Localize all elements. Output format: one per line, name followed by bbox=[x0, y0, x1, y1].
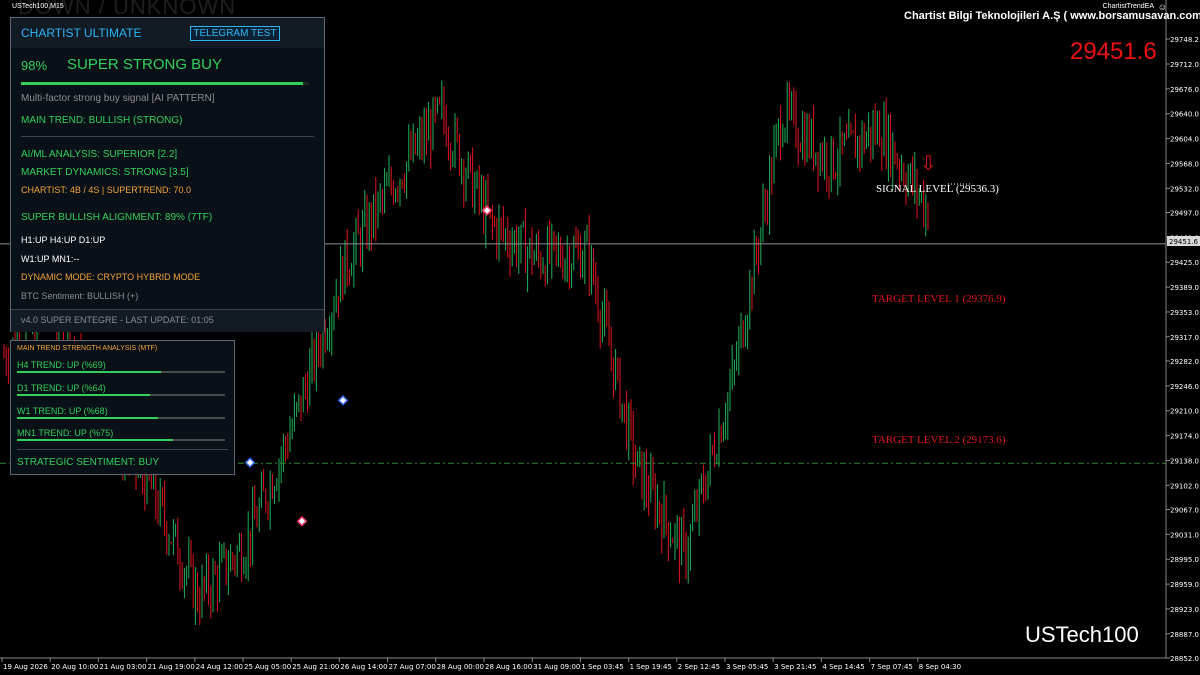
mtf-row-fill bbox=[17, 371, 161, 373]
mtf-row-bar bbox=[17, 371, 225, 373]
mtf-row-label: D1 TREND: UP (%64) bbox=[17, 383, 106, 393]
price-axis-label: 28887.0 bbox=[1170, 631, 1199, 639]
telegram-test-button[interactable]: TELEGRAM TEST bbox=[190, 26, 280, 41]
price-axis-label: 28995.0 bbox=[1170, 556, 1199, 564]
down-arrow-icon: ⇩ bbox=[920, 153, 937, 175]
price-axis-label: 29282.0 bbox=[1170, 358, 1199, 366]
price-axis-label: 29102.0 bbox=[1170, 482, 1199, 490]
panel-footer: v4.0 SUPER ENTEGRE - LAST UPDATE: 01:05 bbox=[11, 309, 324, 332]
panel-divider bbox=[21, 136, 314, 137]
time-axis: 19 Aug 2026 20 Aug 10:00 21 Aug 03:00 21 Au… bbox=[1, 658, 961, 671]
price-axis-label: 29353.0 bbox=[1170, 309, 1199, 317]
mtf-row-bar bbox=[17, 439, 225, 441]
symbol-big-label: USTech100 bbox=[1025, 622, 1139, 647]
version-label: v4.0 SUPER ENTEGRE - LAST UPDATE: 01:05 bbox=[21, 315, 214, 325]
time-axis-label: 3 Sep 05:45 bbox=[726, 663, 768, 671]
chartist-ultimate-panel: CHARTIST ULTIMATE TELEGRAM TEST 98% SUPE… bbox=[10, 17, 325, 332]
signal-description: Multi-factor strong buy signal [AI PATTE… bbox=[21, 93, 215, 104]
time-axis-label: 28 Aug 16:00 bbox=[485, 663, 532, 671]
time-axis-label: 1 Sep 19:45 bbox=[630, 663, 672, 671]
btc-sentiment-label: BTC Sentiment: BULLISH (+) bbox=[21, 291, 139, 301]
time-axis-label: 24 Aug 12:00 bbox=[196, 663, 243, 671]
signal-marker bbox=[296, 515, 308, 527]
signal-marker bbox=[244, 457, 256, 468]
price-axis: 29748.2 29712.0 29676.0 29640.0 29604.0 29568… bbox=[1166, 36, 1199, 663]
mtf-row-label: W1 TREND: UP (%68) bbox=[17, 406, 108, 416]
mtf-trend-panel: MAIN TREND STRENGTH ANALYSIS (MTF) H4 TR… bbox=[10, 340, 235, 475]
time-axis-label: 2 Sep 12:45 bbox=[678, 663, 720, 671]
mtf-divider bbox=[17, 449, 228, 450]
price-axis-label: 29712.0 bbox=[1170, 61, 1199, 69]
signal-strength-fill bbox=[21, 82, 304, 85]
time-axis-label: 19 Aug 2026 bbox=[3, 663, 48, 671]
price-axis-label: 29748.2 bbox=[1170, 36, 1199, 44]
signal-label: SUPER STRONG BUY bbox=[67, 56, 223, 73]
mtf-row-fill bbox=[17, 417, 159, 419]
price-axis-label: 29174.0 bbox=[1170, 433, 1199, 441]
dynamic-mode-label: DYNAMIC MODE: CRYPTO HYBRID MODE bbox=[21, 272, 201, 282]
mtf-row-label: MN1 TREND: UP (%75) bbox=[17, 428, 114, 438]
signal-marker bbox=[337, 395, 349, 406]
mtf-row-bar bbox=[17, 394, 225, 396]
price-axis-label: 28852.0 bbox=[1170, 655, 1199, 663]
time-axis-label: 21 Aug 03:00 bbox=[99, 663, 146, 671]
big-price-display: 29451.6 bbox=[1070, 38, 1157, 65]
ea-name-label: ChartistTrendEA bbox=[1102, 3, 1154, 10]
time-axis-label: 28 Aug 00:00 bbox=[437, 663, 484, 671]
time-axis-label: 1 Sep 03:45 bbox=[581, 663, 623, 671]
price-axis-label: 28923.0 bbox=[1170, 606, 1199, 614]
time-axis-label: 4 Sep 14:45 bbox=[822, 663, 864, 671]
mtf-row-fill bbox=[17, 394, 151, 396]
time-axis-label: 20 Aug 10:00 bbox=[51, 663, 98, 671]
time-axis-label: 27 Aug 07:00 bbox=[389, 663, 436, 671]
time-axis-label: 25 Aug 21:00 bbox=[292, 663, 339, 671]
timeframe-status-2: W1:UP MN1:-- bbox=[21, 254, 80, 264]
market-dynamics-label: MARKET DYNAMICS: STRONG [3.5] bbox=[21, 167, 189, 178]
time-axis-label: 3 Sep 21:45 bbox=[774, 663, 816, 671]
price-axis-label: 29389.0 bbox=[1170, 284, 1199, 292]
chartist-supertrend-label: CHARTIST: 4B / 4S | SUPERTREND: 70.0 bbox=[21, 185, 192, 195]
time-axis-label: 7 Sep 07:45 bbox=[871, 663, 913, 671]
price-axis-label: 29676.0 bbox=[1170, 86, 1199, 94]
signal-percent: 98% bbox=[21, 58, 48, 73]
time-axis-label: 26 Aug 14:00 bbox=[340, 663, 387, 671]
price-axis-label: 29138.0 bbox=[1170, 457, 1199, 465]
target-level-1-label: TARGET LEVEL 1 (29376.9) bbox=[872, 293, 1006, 305]
alignment-label: SUPER BULLISH ALIGNMENT: 89% (7TF) bbox=[21, 212, 213, 223]
panel-header: CHARTIST ULTIMATE TELEGRAM TEST bbox=[11, 18, 324, 48]
price-axis-label: 29532.0 bbox=[1170, 185, 1199, 193]
timeframe-status-1: H1:UP H4:UP D1:UP bbox=[21, 235, 106, 245]
time-axis-label: 21 Aug 19:00 bbox=[148, 663, 195, 671]
price-axis-label: 29246.0 bbox=[1170, 383, 1199, 391]
signal-level-label: SIGNAL LEVEL (29536.3) bbox=[876, 183, 999, 195]
mtf-title: MAIN TREND STRENGTH ANALYSIS (MTF) bbox=[17, 345, 158, 352]
panel-title: CHARTIST ULTIMATE bbox=[21, 26, 142, 40]
mtf-row-fill bbox=[17, 439, 173, 441]
time-axis-label: 8 Sep 04:30 bbox=[919, 663, 961, 671]
company-label: Chartist Bilgi Teknolojileri A.Ş ( www.b… bbox=[904, 10, 1200, 22]
price-axis-label: 29497.0 bbox=[1170, 210, 1199, 218]
price-axis-label: 29640.0 bbox=[1170, 111, 1199, 119]
price-axis-label: 29568.0 bbox=[1170, 160, 1199, 168]
target-level-2-label: TARGET LEVEL 2 (29173.6) bbox=[872, 434, 1006, 446]
signal-strength-bar bbox=[21, 82, 309, 85]
price-axis-label: 29317.0 bbox=[1170, 334, 1199, 342]
price-axis-label: 29425.0 bbox=[1170, 259, 1199, 267]
current-price-tag-text: 29451.6 bbox=[1169, 238, 1198, 246]
price-axis-label: 29210.0 bbox=[1170, 408, 1199, 416]
price-axis-label: 29604.0 bbox=[1170, 136, 1199, 144]
time-axis-label: 31 Aug 09:00 bbox=[533, 663, 580, 671]
price-axis-label: 29067.0 bbox=[1170, 507, 1199, 515]
strategic-sentiment-label: STRATEGIC SENTIMENT: BUY bbox=[17, 457, 160, 468]
symbol-timeframe-label: USTech100,M15 bbox=[12, 3, 64, 10]
main-trend-label: MAIN TREND: BULLISH (STRONG) bbox=[21, 115, 183, 126]
price-axis-label: 28959.0 bbox=[1170, 581, 1199, 589]
time-axis-label: 25 Aug 05:00 bbox=[244, 663, 291, 671]
ai-ml-analysis-label: AI/ML ANALYSIS: SUPERIOR [2.2] bbox=[21, 149, 178, 160]
mtf-row-bar bbox=[17, 417, 225, 419]
mtf-row-label: H4 TREND: UP (%69) bbox=[17, 360, 106, 370]
price-axis-label: 29031.0 bbox=[1170, 531, 1199, 539]
